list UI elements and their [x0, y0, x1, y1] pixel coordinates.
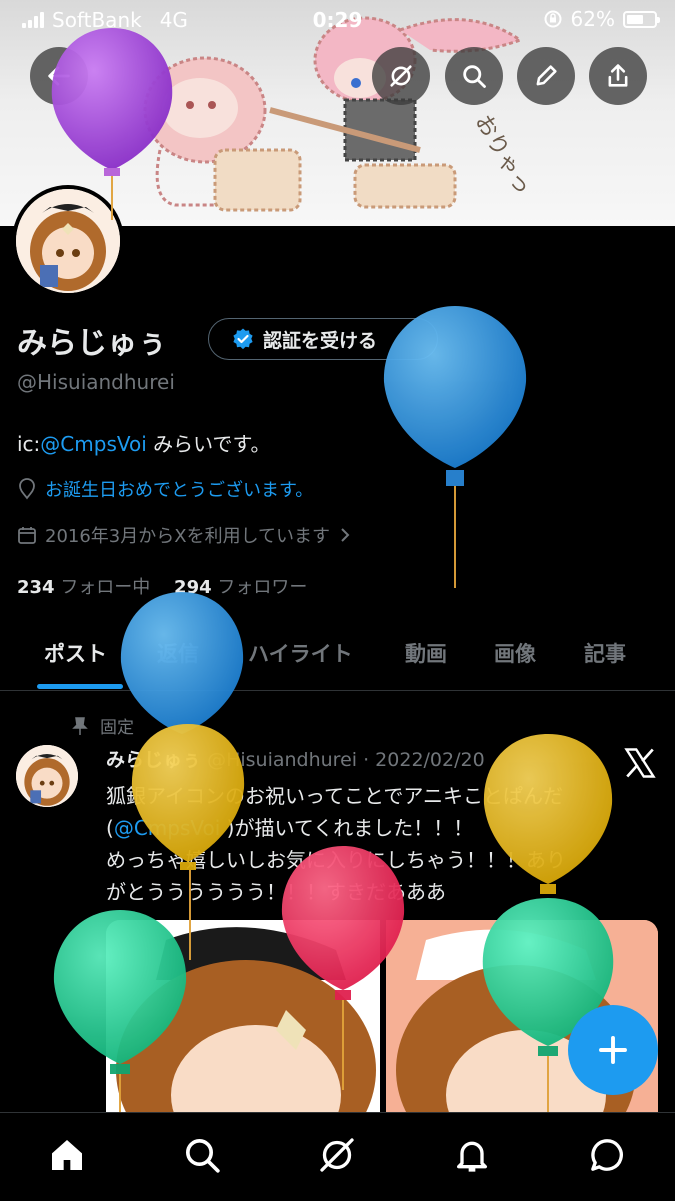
tab-articles[interactable]: 記事: [584, 638, 626, 668]
status-right: 62%: [543, 7, 660, 31]
following-label: フォロー中: [60, 577, 151, 598]
battery-level: [627, 14, 643, 24]
profile-joined[interactable]: 2016年3月からXを利用しています: [17, 522, 352, 548]
share-icon: [608, 64, 628, 87]
post-image-1-art: [106, 920, 380, 1120]
nav-messages[interactable]: [585, 1133, 629, 1177]
search-button[interactable]: [445, 47, 503, 105]
post-mention-link[interactable]: @CmpsVoi: [114, 816, 220, 840]
svg-text:おりゃっ: おりゃっ: [470, 111, 536, 200]
battery-percent: 62%: [570, 7, 615, 31]
bell-icon: [457, 1141, 487, 1172]
battery-icon: [623, 10, 660, 28]
grok-button[interactable]: [372, 47, 430, 105]
post-author[interactable]: みらじゅぅ: [106, 749, 201, 771]
get-verified-label: 認証を受ける: [263, 329, 378, 352]
followers-count: 294: [174, 577, 212, 598]
following-stat[interactable]: 234 フォロー中: [17, 577, 150, 598]
rotation-lock-icon: [544, 10, 562, 28]
verified-badge-icon: [233, 328, 253, 350]
profile-location: お誕生日おめでとうございます。: [17, 476, 313, 502]
post-header: みらじゅぅ @Hisuiandhurei · 2022/02/20: [106, 745, 485, 772]
share-button[interactable]: [589, 47, 647, 105]
tab-videos[interactable]: 動画: [405, 638, 447, 668]
pinned-indicator: 固定: [72, 713, 134, 738]
nav-home[interactable]: [45, 1133, 89, 1177]
search-icon: [463, 65, 486, 88]
joined-text: 2016年3月からXを利用しています: [45, 526, 331, 547]
nav-notifications[interactable]: [450, 1133, 494, 1177]
post-line-4: がとうううううう！！！すきだあああ: [106, 880, 446, 904]
profile-handle: @Hisuiandhurei: [17, 370, 175, 394]
tab-highlights[interactable]: ハイライト: [248, 638, 353, 668]
active-tab-indicator: [37, 684, 123, 689]
edit-button[interactable]: [517, 47, 575, 105]
pin-icon: [72, 716, 88, 735]
followers-label: フォロワー: [217, 577, 308, 598]
calendar-icon: [18, 527, 36, 544]
post-handle[interactable]: @Hisuiandhurei: [207, 749, 357, 771]
post-avatar-image: [16, 745, 78, 807]
back-button[interactable]: [30, 47, 88, 105]
search-icon: [186, 1139, 220, 1173]
edit-icon: [536, 65, 557, 86]
back-icon: [48, 66, 70, 86]
post-line-2: (@CmpsVoi )が描いてくれました！！！: [106, 812, 656, 844]
post-line-3: めっちゃ嬉しいしお気に入りにしちゃう！！！あり: [106, 848, 566, 872]
x-logo-icon: [624, 748, 656, 778]
plus-icon: [599, 1036, 627, 1064]
post-media: [106, 920, 658, 1120]
followers-stat[interactable]: 294 フォロワー: [174, 577, 307, 598]
grok-icon: [390, 65, 412, 87]
compose-post-button[interactable]: [568, 1005, 658, 1095]
profile-bio: ic:@CmpsVoi みらいです。: [17, 428, 271, 457]
location-text: お誕生日おめでとうございます。: [45, 480, 314, 501]
bottom-navigation: [0, 1112, 675, 1201]
follow-stats: 234 フォロー中 294 フォロワー: [17, 573, 307, 599]
status-bar: SoftBank 4G 0:29 62%: [0, 0, 675, 38]
post-paren: (: [106, 816, 114, 840]
profile-name: みらじゅぅ: [17, 326, 167, 361]
chevron-right-icon: [341, 528, 350, 542]
grok-icon: [320, 1138, 354, 1172]
location-pin-icon: [19, 478, 35, 500]
tab-posts[interactable]: ポスト: [44, 638, 107, 668]
bio-mention-link[interactable]: @CmpsVoi: [40, 432, 146, 456]
post-line-1: 狐銀アイコンのお祝いってことでアニキことぱんだ: [106, 784, 563, 808]
nav-search[interactable]: [180, 1133, 224, 1177]
avatar-image: [16, 189, 120, 293]
profile-tabs: ポスト 返信 ハイライト 動画 画像 記事: [0, 620, 675, 691]
profile-avatar[interactable]: [12, 185, 124, 297]
post-text: 狐銀アイコンのお祝いってことでアニキことぱんだ (@CmpsVoi )が描いてく…: [106, 780, 656, 908]
tab-replies[interactable]: 返信: [157, 638, 199, 668]
pinned-label: 固定: [100, 718, 134, 738]
tab-photos[interactable]: 画像: [494, 638, 536, 668]
get-verified-button[interactable]: 認証を受ける: [208, 318, 438, 360]
nav-grok[interactable]: [315, 1133, 359, 1177]
post-avatar[interactable]: [16, 745, 78, 807]
post-line-2-rest: )が描いてくれました！！！: [220, 816, 474, 840]
post-date: · 2022/02/20: [363, 749, 485, 771]
home-icon: [52, 1140, 82, 1170]
chat-bubble-icon: [591, 1139, 623, 1171]
following-count: 234: [17, 577, 55, 598]
post-image-1[interactable]: [106, 920, 380, 1120]
bio-suffix: みらいです。: [146, 432, 271, 456]
bio-prefix: ic:: [17, 432, 41, 456]
